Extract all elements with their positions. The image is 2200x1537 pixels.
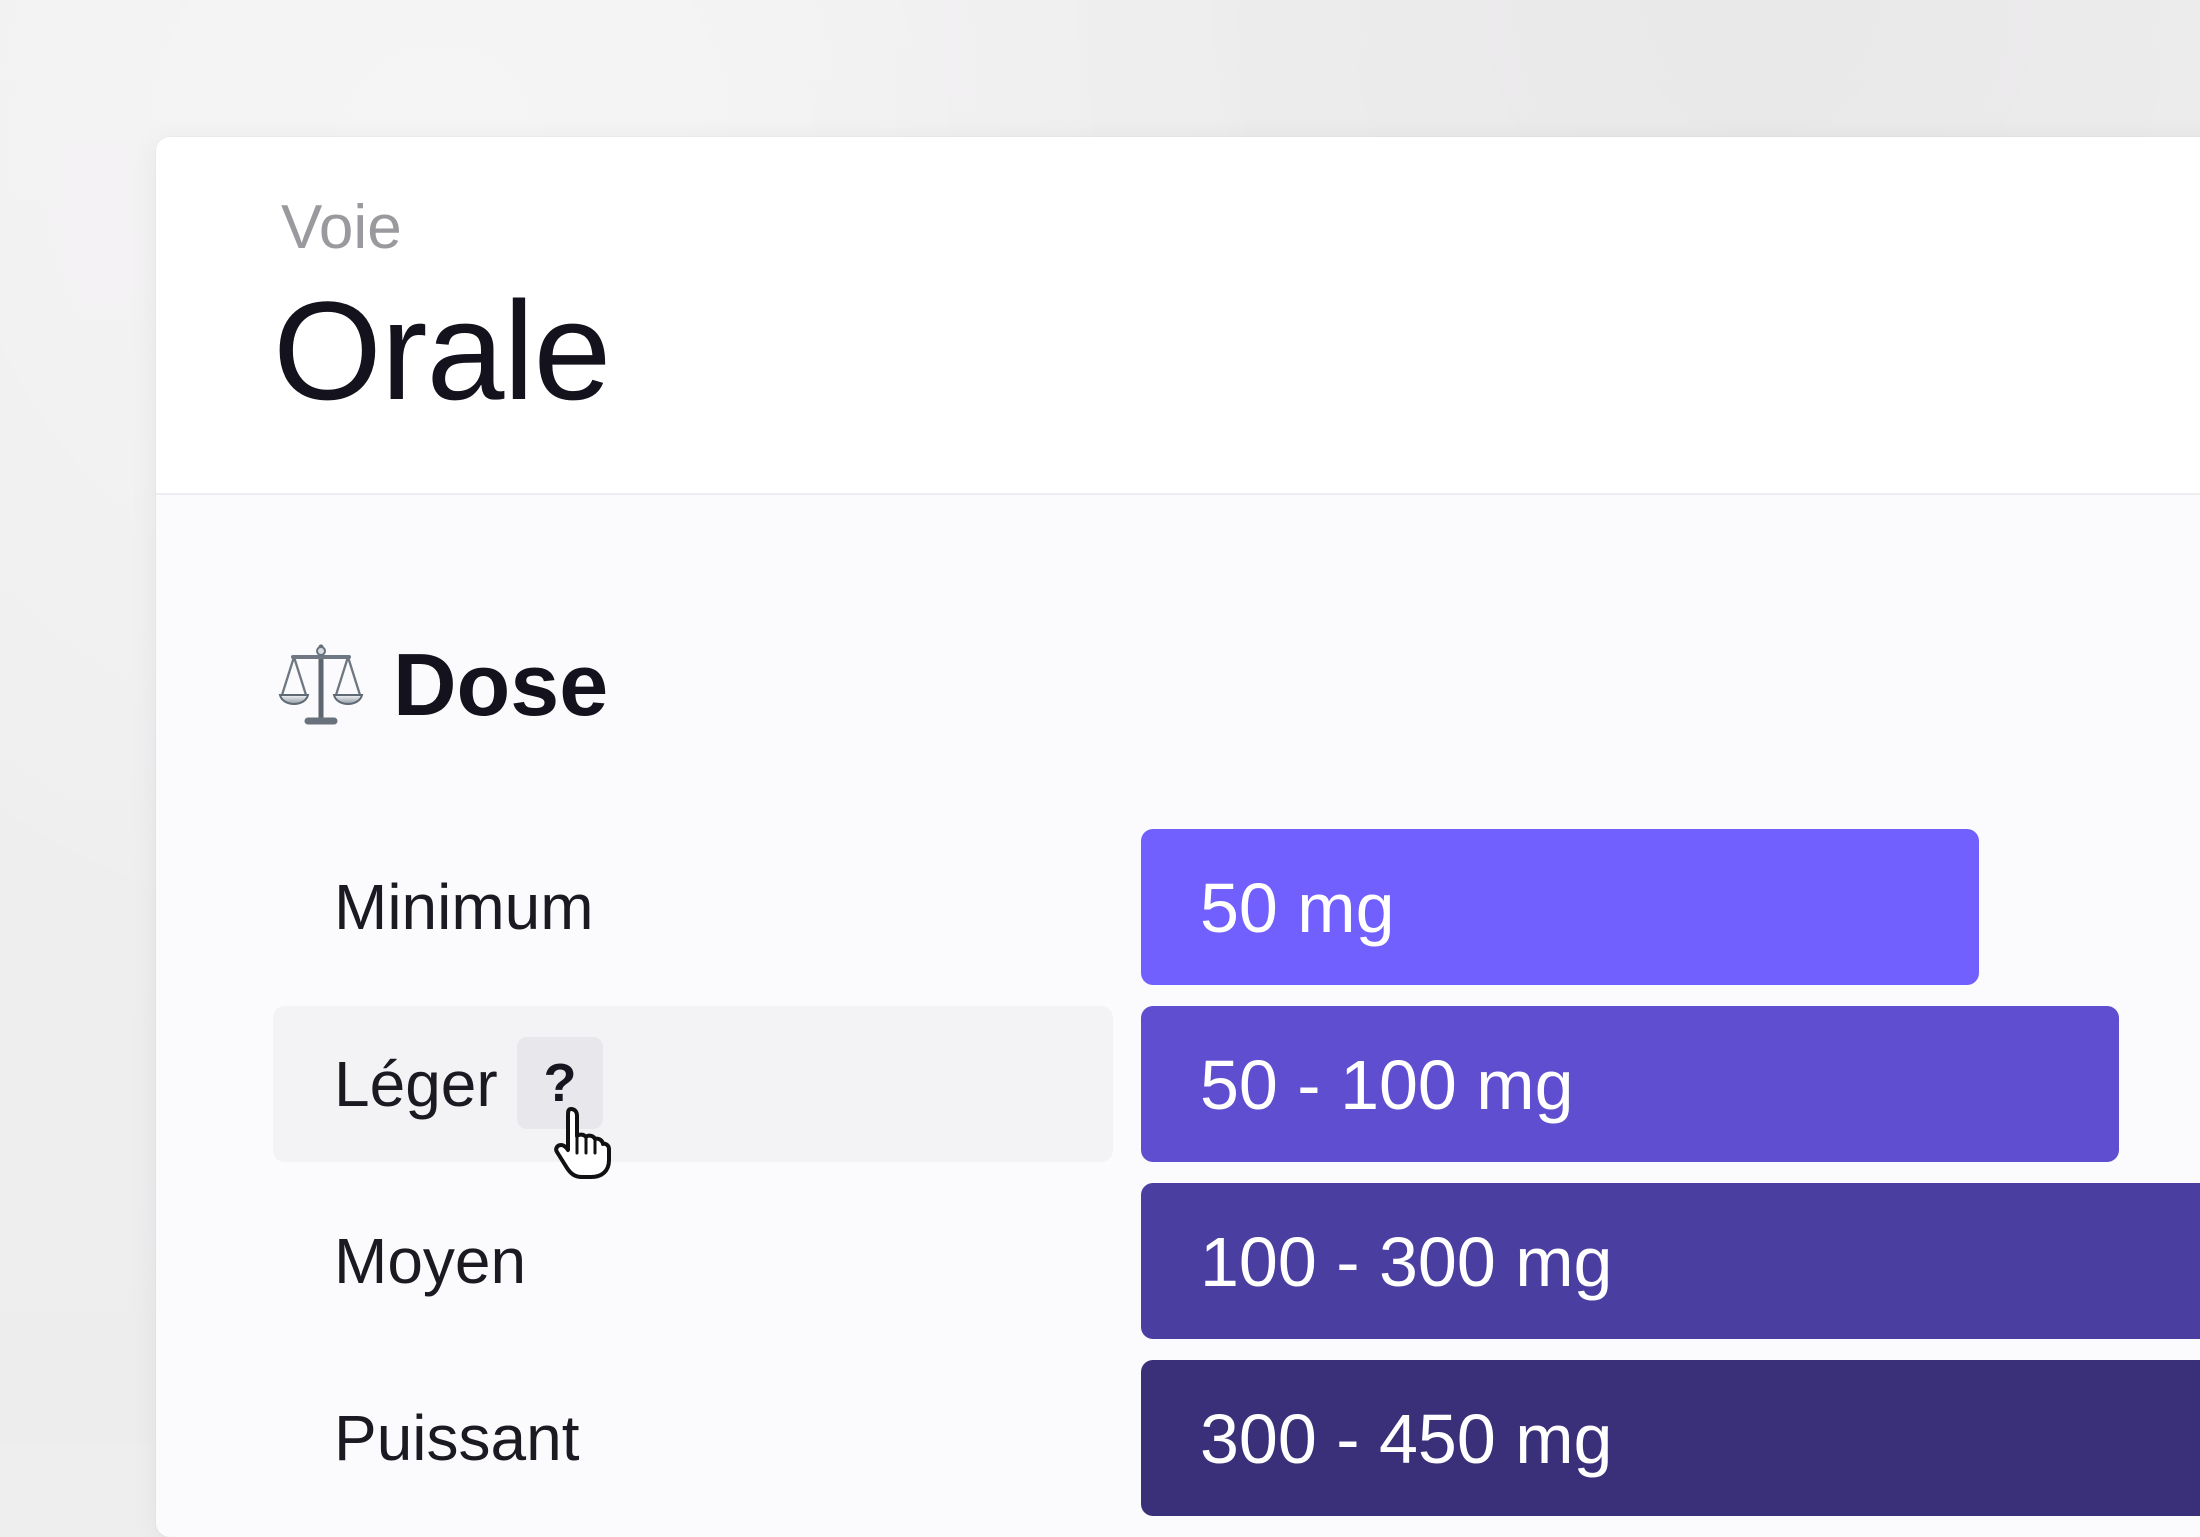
dose-row-strong: Puissant 300 - 450 mg <box>273 1360 2200 1516</box>
dose-label-container: Puissant <box>273 1360 1113 1516</box>
dose-bar-light: 50 - 100 mg <box>1141 1006 2119 1162</box>
scale-icon <box>278 644 364 725</box>
dose-label: Minimum <box>334 871 594 943</box>
dose-label: Moyen <box>334 1225 527 1297</box>
dose-label-container: Minimum <box>273 829 1113 985</box>
dose-bar-strong: 300 - 450 mg <box>1141 1360 2200 1516</box>
dose-value: 100 - 300 mg <box>1200 1223 1613 1301</box>
dose-value: 50 - 100 mg <box>1200 1046 1574 1124</box>
dose-row-minimum: Minimum 50 mg <box>273 829 2200 985</box>
dose-bar-common: 100 - 300 mg <box>1141 1183 2200 1339</box>
route-title: Orale <box>273 272 611 429</box>
dose-bar-minimum: 50 mg <box>1141 829 1979 985</box>
route-header: Voie Orale <box>156 137 2200 495</box>
dose-value: 300 - 450 mg <box>1200 1400 1613 1478</box>
dose-section-title: Dose <box>273 637 608 733</box>
dose-value: 50 mg <box>1200 869 1395 947</box>
dose-label: Puissant <box>334 1402 580 1474</box>
route-kicker: Voie <box>281 193 402 262</box>
hand-pointer-icon <box>554 1107 611 1179</box>
dose-label-container[interactable]: Léger ? <box>273 1006 1113 1162</box>
dose-label: Léger <box>334 1048 498 1120</box>
dose-row-common: Moyen 100 - 300 mg <box>273 1183 2200 1339</box>
dose-label-container: Moyen <box>273 1183 1113 1339</box>
dosage-card: Voie Orale Dose Minimum 50 mg Léger ? 50… <box>156 137 2200 1537</box>
dose-section-label: Dose <box>393 635 609 734</box>
